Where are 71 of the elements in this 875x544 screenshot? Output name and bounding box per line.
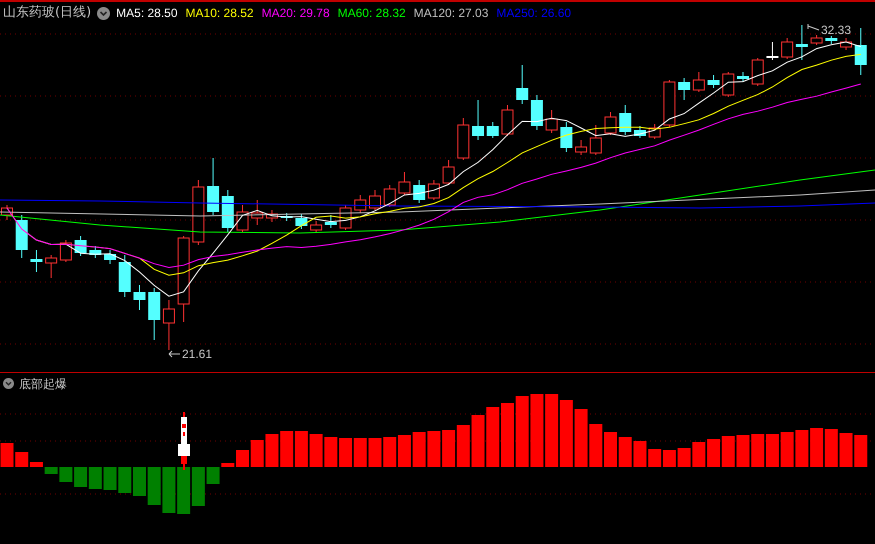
moving-average-value: MA120: 27.03 [414,5,488,22]
candlestick [648,124,661,140]
candlestick [752,58,764,86]
candlestick [457,118,470,160]
candlestick [384,184,396,208]
candlestick [619,104,632,136]
candlestick [501,104,514,136]
candlestick [737,72,749,82]
candlestick [324,214,337,228]
candlestick [634,126,646,138]
candlestick [590,124,602,156]
arrow-icon [808,24,820,30]
candlestick [472,100,484,140]
candlestick [16,214,28,258]
candlestick [840,38,852,50]
candlestick [148,288,160,340]
candlestick [222,190,234,232]
candlestick [413,180,426,204]
candlestick [516,64,528,104]
candlestick [398,172,410,196]
candlestick [796,24,808,60]
candlestick [663,80,676,128]
candlestick [251,200,264,226]
candlestick [295,214,308,230]
arrow-icon [168,350,180,358]
candlestick [236,204,249,232]
candlestick [810,34,823,46]
candlestick [692,72,705,92]
candlestick [560,122,572,152]
candlestick [825,36,838,44]
candlestick [192,180,204,246]
candlestick [708,74,720,88]
candlestick [162,300,175,350]
candlestick [766,42,778,60]
candlestick [207,158,220,216]
candlestick [354,194,366,214]
candlestick [442,160,455,186]
candlestick [575,140,588,156]
indicator-title: 底部起爆 [19,376,67,392]
high-price-label: 32.33 [821,24,852,37]
dropdown-icon[interactable] [97,6,110,20]
candlestick [89,246,102,258]
candlestick [310,220,322,234]
candlestick [530,94,543,130]
moving-average-value: MA60: 28.32 [338,5,406,22]
candlestick [104,250,116,264]
moving-average-value: MA20: 29.78 [262,5,330,22]
candlestick [118,254,131,298]
candlestick [266,210,278,222]
candlestick [428,180,440,200]
candlestick [45,254,58,278]
dropdown-icon[interactable] [3,378,14,389]
candlestick [280,212,293,222]
candlestick [486,122,499,138]
moving-average-value: MA250: 26.60 [496,5,572,22]
candlestick [854,28,867,76]
rocket-icon [178,412,190,470]
low-price-label: 21.61 [182,347,212,361]
moving-average-value: MA5: 28.50 [116,5,178,22]
chart-title: 山东药玻(日线) [3,4,92,22]
candlestick [781,38,794,60]
moving-average-value: MA10: 28.52 [186,5,254,22]
candlestick [722,72,734,98]
candlestick [74,236,87,256]
candlestick [30,250,42,272]
candlestick [369,190,381,210]
candlestick [678,78,690,100]
candlestick [546,110,558,134]
candlestick [60,240,72,262]
candlestick [133,284,146,310]
candlestick [604,112,617,136]
